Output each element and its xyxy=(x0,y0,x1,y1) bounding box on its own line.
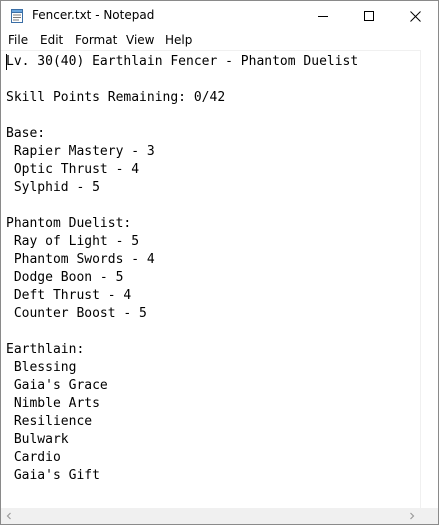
chevron-right-icon[interactable] xyxy=(406,510,418,522)
menu-help[interactable]: Help xyxy=(165,33,192,47)
menu-bar: File Edit Format View Help xyxy=(1,31,438,50)
text-line[interactable]: Optic Thrust - 4 xyxy=(6,161,358,179)
document-text[interactable]: Lv. 30(40) Earthlain Fencer - Phantom Du… xyxy=(6,53,358,485)
text-line[interactable]: Counter Boost - 5 xyxy=(6,305,358,323)
text-line[interactable] xyxy=(6,107,358,125)
title-bar[interactable]: Fencer.txt - Notepad xyxy=(1,1,438,31)
menu-edit[interactable]: Edit xyxy=(40,33,63,47)
menu-format[interactable]: Format xyxy=(75,33,117,47)
text-line[interactable] xyxy=(6,197,358,215)
text-line[interactable]: Resilience xyxy=(6,413,358,431)
close-button[interactable] xyxy=(392,1,438,31)
text-line[interactable]: Base: xyxy=(6,125,358,143)
text-caret xyxy=(6,54,7,70)
text-line[interactable] xyxy=(6,323,358,341)
text-line[interactable]: Rapier Mastery - 3 xyxy=(6,143,358,161)
text-line[interactable]: Lv. 30(40) Earthlain Fencer - Phantom Du… xyxy=(6,53,358,71)
text-line[interactable]: Ray of Light - 5 xyxy=(6,233,358,251)
text-line[interactable]: Blessing xyxy=(6,359,358,377)
text-line[interactable]: Phantom Duelist: xyxy=(6,215,358,233)
text-line[interactable]: Phantom Swords - 4 xyxy=(6,251,358,269)
horizontal-scrollbar[interactable] xyxy=(1,508,420,524)
resize-grip[interactable] xyxy=(420,508,438,524)
text-line[interactable]: Gaia's Grace xyxy=(6,377,358,395)
text-line[interactable]: Dodge Boon - 5 xyxy=(6,269,358,287)
minimize-icon xyxy=(318,16,328,17)
text-line[interactable] xyxy=(6,71,358,89)
menu-file[interactable]: File xyxy=(8,33,28,47)
text-line[interactable]: Skill Points Remaining: 0/42 xyxy=(6,89,358,107)
vertical-scrollbar[interactable] xyxy=(420,50,438,508)
notepad-icon[interactable] xyxy=(9,8,25,24)
text-line[interactable]: Cardio xyxy=(6,449,358,467)
menu-view[interactable]: View xyxy=(126,33,154,47)
minimize-button[interactable] xyxy=(300,1,346,31)
text-line[interactable]: Earthlain: xyxy=(6,341,358,359)
text-line[interactable]: Sylphid - 5 xyxy=(6,179,358,197)
notepad-window: Fencer.txt - Notepad File Edit Format Vi… xyxy=(0,0,439,525)
window-title: Fencer.txt - Notepad xyxy=(32,8,155,22)
maximize-button[interactable] xyxy=(346,1,392,31)
chevron-left-icon[interactable] xyxy=(3,510,15,522)
text-line[interactable]: Nimble Arts xyxy=(6,395,358,413)
close-icon xyxy=(409,10,421,22)
text-editor[interactable]: Lv. 30(40) Earthlain Fencer - Phantom Du… xyxy=(1,50,420,509)
text-line[interactable]: Gaia's Gift xyxy=(6,467,358,485)
maximize-icon xyxy=(364,11,374,21)
text-line[interactable]: Deft Thrust - 4 xyxy=(6,287,358,305)
text-line[interactable]: Bulwark xyxy=(6,431,358,449)
